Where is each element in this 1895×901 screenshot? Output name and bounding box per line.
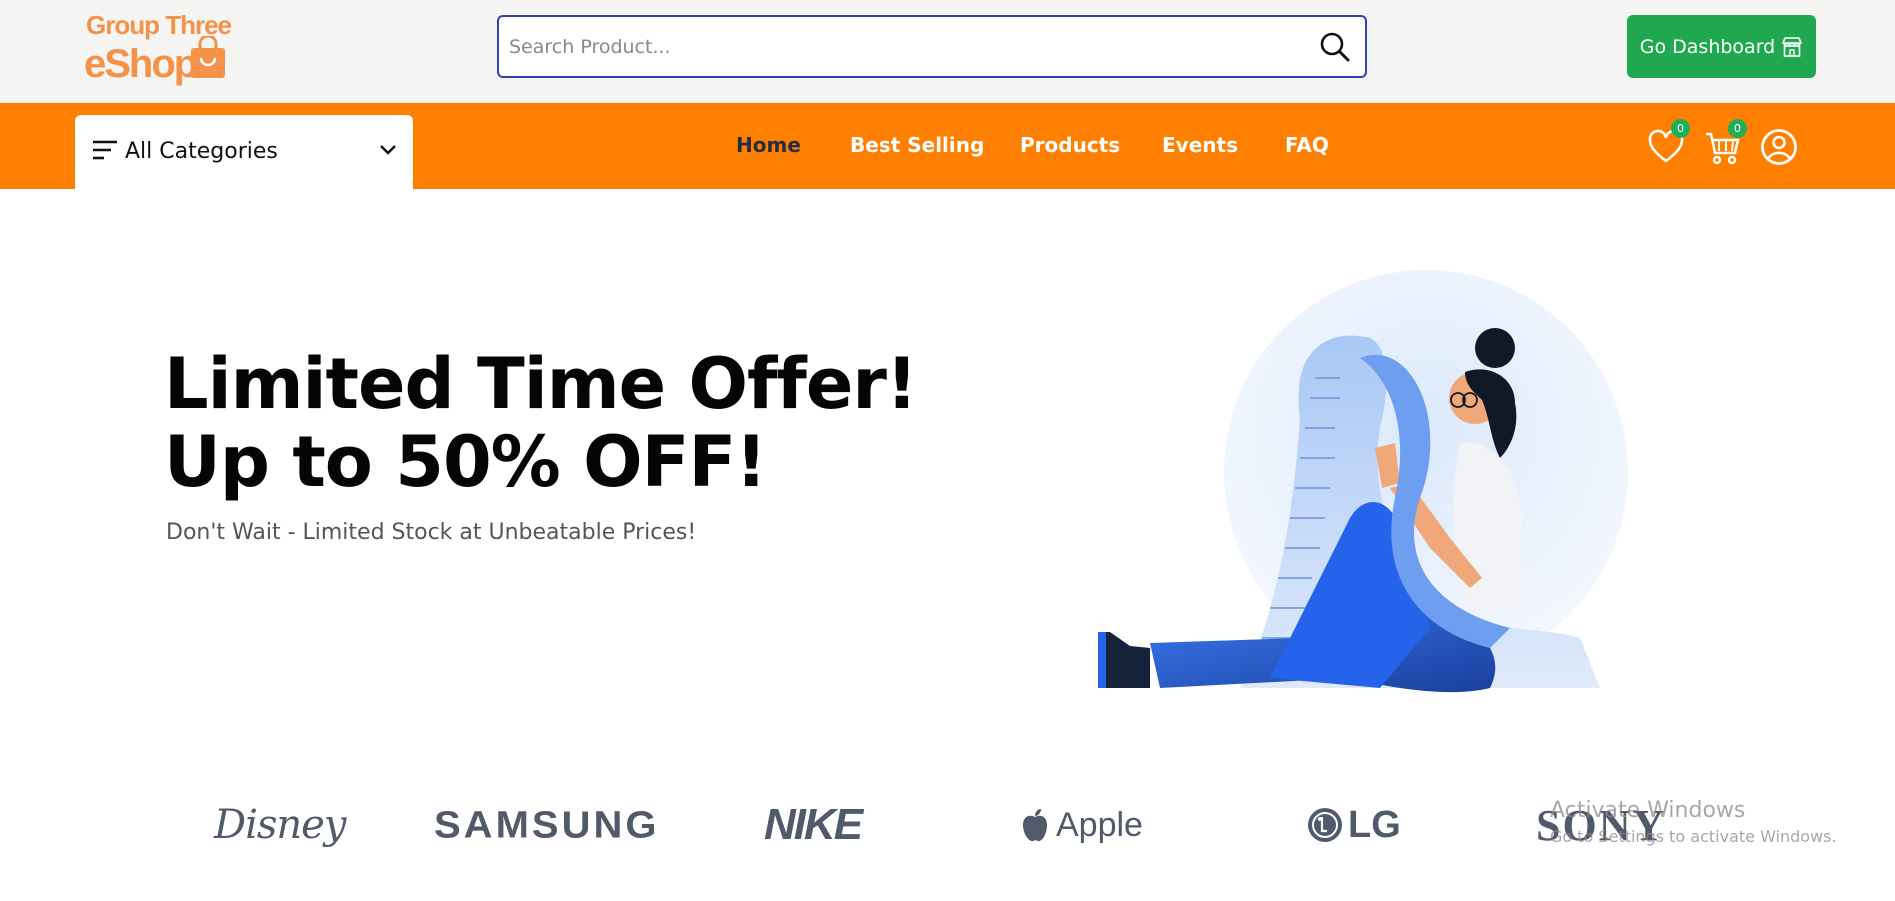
top-header: Group Three eShop Go Dashboard	[0, 0, 1895, 103]
wishlist-count-badge: 0	[1671, 119, 1690, 138]
wishlist-button[interactable]: 0	[1646, 119, 1690, 167]
shopping-bag-icon	[191, 36, 225, 78]
lg-icon	[1308, 808, 1342, 842]
brand-sony-label: SONY	[1536, 800, 1667, 850]
all-categories-label: All Categories	[125, 139, 278, 164]
brand-lg-label: LG	[1348, 803, 1401, 846]
brand-disney[interactable]: Disney	[214, 790, 346, 860]
apple-icon	[1023, 809, 1047, 842]
user-icon	[1761, 129, 1797, 165]
brand-apple-label: Apple	[1056, 805, 1143, 844]
hero-title: Limited Time Offer! Up to 50% OFF!	[164, 343, 918, 503]
hero-subtitle: Don't Wait - Limited Stock at Unbeatable…	[166, 520, 697, 545]
store-icon	[1782, 36, 1803, 57]
search-input[interactable]	[509, 17, 1299, 76]
cart-count-badge: 0	[1728, 119, 1747, 138]
search-icon[interactable]	[1319, 31, 1351, 63]
hero-title-line2: Up to 50% OFF!	[164, 421, 767, 503]
nav-home[interactable]: Home	[736, 133, 801, 157]
nav-faq[interactable]: FAQ	[1285, 133, 1329, 157]
brand-lg[interactable]: LG	[1306, 790, 1401, 860]
brand-disney-label: Disney	[214, 802, 346, 848]
main-navbar: All Categories Home Best Selling Product…	[0, 103, 1895, 189]
brand-logos: Disney SAMSUNG NIKE Apple LG SONY	[0, 790, 1895, 860]
menu-icon	[93, 140, 117, 160]
search-bar	[497, 15, 1367, 78]
brand-nike[interactable]: NIKE	[764, 790, 863, 860]
brand-samsung-label: SAMSUNG	[434, 803, 660, 846]
nav-products[interactable]: Products	[1020, 133, 1120, 157]
brand-samsung[interactable]: SAMSUNG	[434, 792, 659, 859]
hero-title-line1: Limited Time Offer!	[164, 343, 918, 425]
brand-sony[interactable]: SONY	[1536, 790, 1666, 860]
brand-nike-label: NIKE	[764, 800, 863, 849]
profile-button[interactable]	[1759, 127, 1799, 167]
all-categories-dropdown[interactable]: All Categories	[75, 115, 413, 189]
nav-best-selling[interactable]: Best Selling	[850, 133, 984, 157]
nav-events[interactable]: Events	[1162, 133, 1238, 157]
hero-illustration	[1098, 270, 1628, 693]
brand-apple[interactable]: Apple	[1020, 790, 1143, 860]
chevron-down-icon	[380, 145, 396, 155]
logo-line2: eShop	[84, 42, 198, 86]
go-dashboard-label: Go Dashboard	[1639, 35, 1776, 58]
cart-button[interactable]: 0	[1703, 119, 1747, 167]
site-logo[interactable]: Group Three eShop	[84, 8, 232, 88]
go-dashboard-button[interactable]: Go Dashboard	[1627, 15, 1816, 78]
